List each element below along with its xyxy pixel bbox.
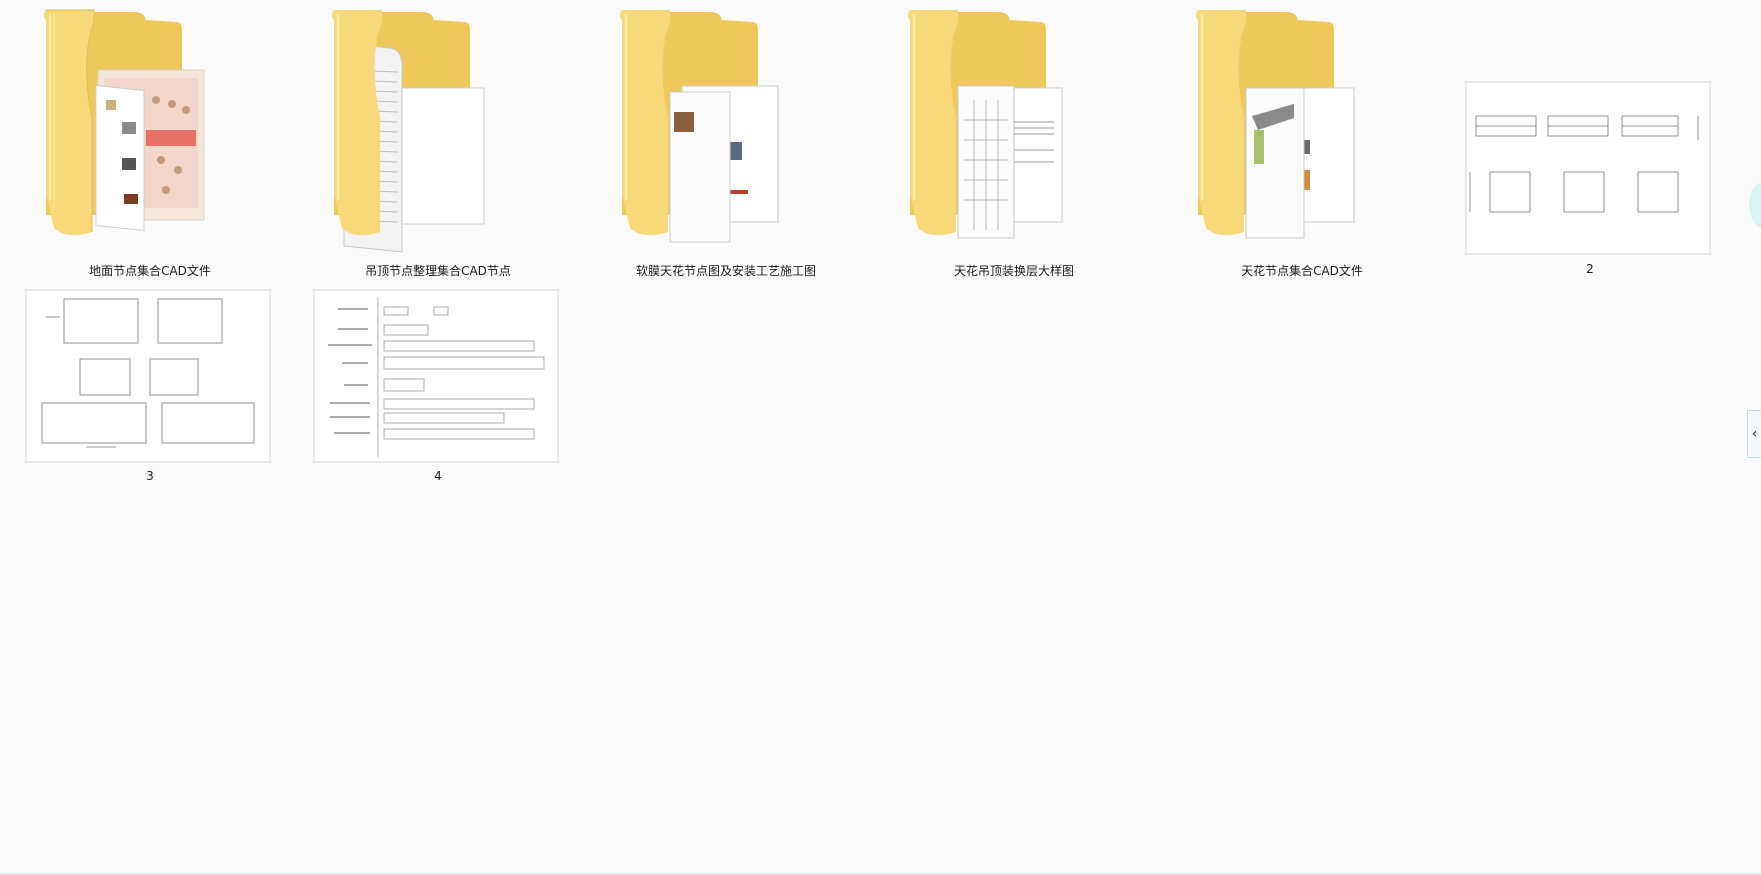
image-label: 4 (434, 469, 442, 483)
folder-item[interactable]: 地面节点集合CAD文件 (6, 0, 294, 278)
file-explorer-content: 地面节点集合CAD文件 吊顶节点整理集合CAD节点 软膜天花节点图及安装工艺施工… (0, 0, 1761, 875)
folder-icon (1196, 10, 1355, 239)
expand-panel-button[interactable]: ‹ (1747, 410, 1761, 458)
chevron-left-icon: ‹ (1751, 426, 1758, 442)
folder-label: 软膜天花节点图及安装工艺施工图 (635, 264, 816, 278)
folder-label: 天花节点集合CAD文件 (1241, 264, 1363, 278)
image-label: 2 (1586, 262, 1594, 276)
folder-label: 天花吊顶装换层大样图 (953, 264, 1074, 278)
folder-item[interactable]: 天花吊顶装换层大样图 (870, 0, 1158, 278)
floating-assistant-button[interactable] (1749, 182, 1761, 228)
image-item[interactable]: 2 (1446, 0, 1734, 276)
folder-item[interactable]: 天花节点集合CAD文件 (1158, 0, 1446, 278)
image-label: 3 (146, 469, 154, 483)
image-item[interactable]: 4 (294, 262, 582, 483)
folder-icon (620, 10, 779, 243)
image-thumbnail (313, 289, 559, 463)
folder-icon (908, 10, 1063, 239)
image-thumbnail (25, 289, 271, 463)
image-thumbnail (1465, 81, 1711, 255)
image-item[interactable]: 3 (6, 262, 294, 483)
folder-item[interactable]: 吊顶节点整理集合CAD节点 (294, 0, 582, 278)
folder-item[interactable]: 软膜天花节点图及安装工艺施工图 (582, 0, 870, 278)
